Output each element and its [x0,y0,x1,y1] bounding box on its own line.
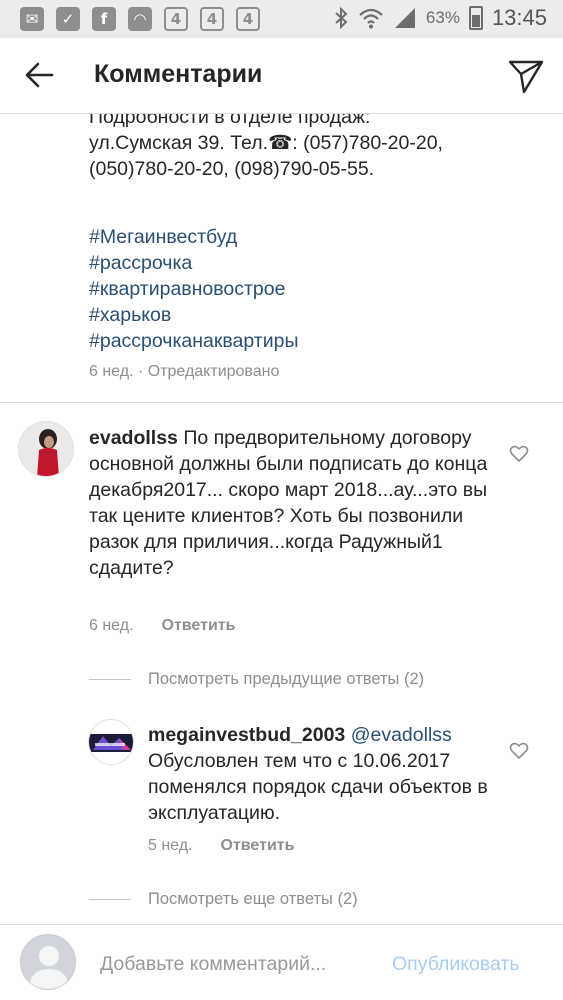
hashtag-link[interactable]: #рассрочканаквартиры [89,328,299,354]
publish-button[interactable]: Опубликовать [392,953,520,976]
comment-message: Обусловлен тем что с 10.06.2017 поменялс… [148,750,488,824]
page-title: Комментарии [94,60,263,88]
view-more-replies[interactable]: Посмотреть еще ответы (2) [148,890,358,909]
app-4-icon: 4 [164,7,188,31]
hashtag-link[interactable]: #Мегаинвестбуд [89,224,299,250]
comment-time: 5 нед. [148,837,193,854]
reply-button[interactable]: Ответить [221,837,295,854]
caption-meta: 6 нед. · Отредактировано [89,363,280,380]
facebook-icon: f [92,7,116,31]
caption-line: (050)780-20-20, (098)790-05-55. [89,158,375,180]
divider [89,679,131,680]
comment-input-bar: Опубликовать [0,924,563,1000]
avatar[interactable] [18,421,74,477]
status-bar: ✉ ✓ f ◠ 4 4 4 63% 13:45 [0,0,563,38]
comment-time: 6 нед. [89,617,134,634]
view-previous-replies[interactable]: Посмотреть предыдущие ответы (2) [148,670,424,689]
back-arrow-icon[interactable] [24,60,54,90]
comment-username[interactable]: megainvestbud_2003 [148,724,345,746]
app-4-icon: 4 [200,7,224,31]
hashtag-link[interactable]: #рассрочка [89,250,299,276]
wifi-icon [359,8,383,29]
default-user-icon [29,946,69,989]
reply-text: megainvestbud_2003 @evadollss Обусловлен… [148,722,498,826]
clock: 13:45 [491,5,547,30]
divider [89,899,131,900]
hashtag-link[interactable]: #харьков [89,302,299,328]
caption-line: ул.Сумская 39. Тел.☎: (057)780-20-20, [89,132,443,154]
comment-username[interactable]: evadollss [89,427,178,449]
comment-text: evadollss По предворительному договору о… [89,425,509,581]
instagram-icon: ◠ [128,7,152,31]
mention-link[interactable]: @evadollss [351,724,452,746]
comment-input[interactable] [100,953,370,976]
notification-icons: ✉ ✓ f ◠ 4 4 4 [20,7,260,31]
signal-icon [394,8,415,28]
post-caption: Подробности в отделе продаж: ул.Сумская … [89,104,549,182]
app-4-icon: 4 [236,7,260,31]
send-icon[interactable] [507,56,545,94]
hashtag-list: #Мегаинвестбуд #рассрочка #квартиравново… [89,224,299,354]
heart-icon[interactable] [509,741,529,761]
divider [0,402,563,403]
hashtag-link[interactable]: #квартиравновострое [89,276,299,302]
company-logo-icon [89,720,133,764]
heart-icon[interactable] [509,444,529,464]
bluetooth-icon [335,6,348,30]
avatar[interactable] [88,719,134,765]
check-icon: ✓ [56,7,80,31]
comment-meta: 6 нед. Ответить [89,617,235,635]
comment-meta: 5 нед. Ответить [148,837,294,855]
system-indicators: 63% 13:45 [333,5,547,31]
app-header: Комментарии [0,38,563,114]
user-photo-icon [19,422,73,476]
mail-icon: ✉ [20,7,44,31]
comment-message: По предворительному договору основной до… [89,427,488,579]
avatar [20,934,76,990]
reply-button[interactable]: Ответить [162,617,236,634]
battery-percent: 63% [425,8,460,27]
battery-icon [468,6,483,30]
